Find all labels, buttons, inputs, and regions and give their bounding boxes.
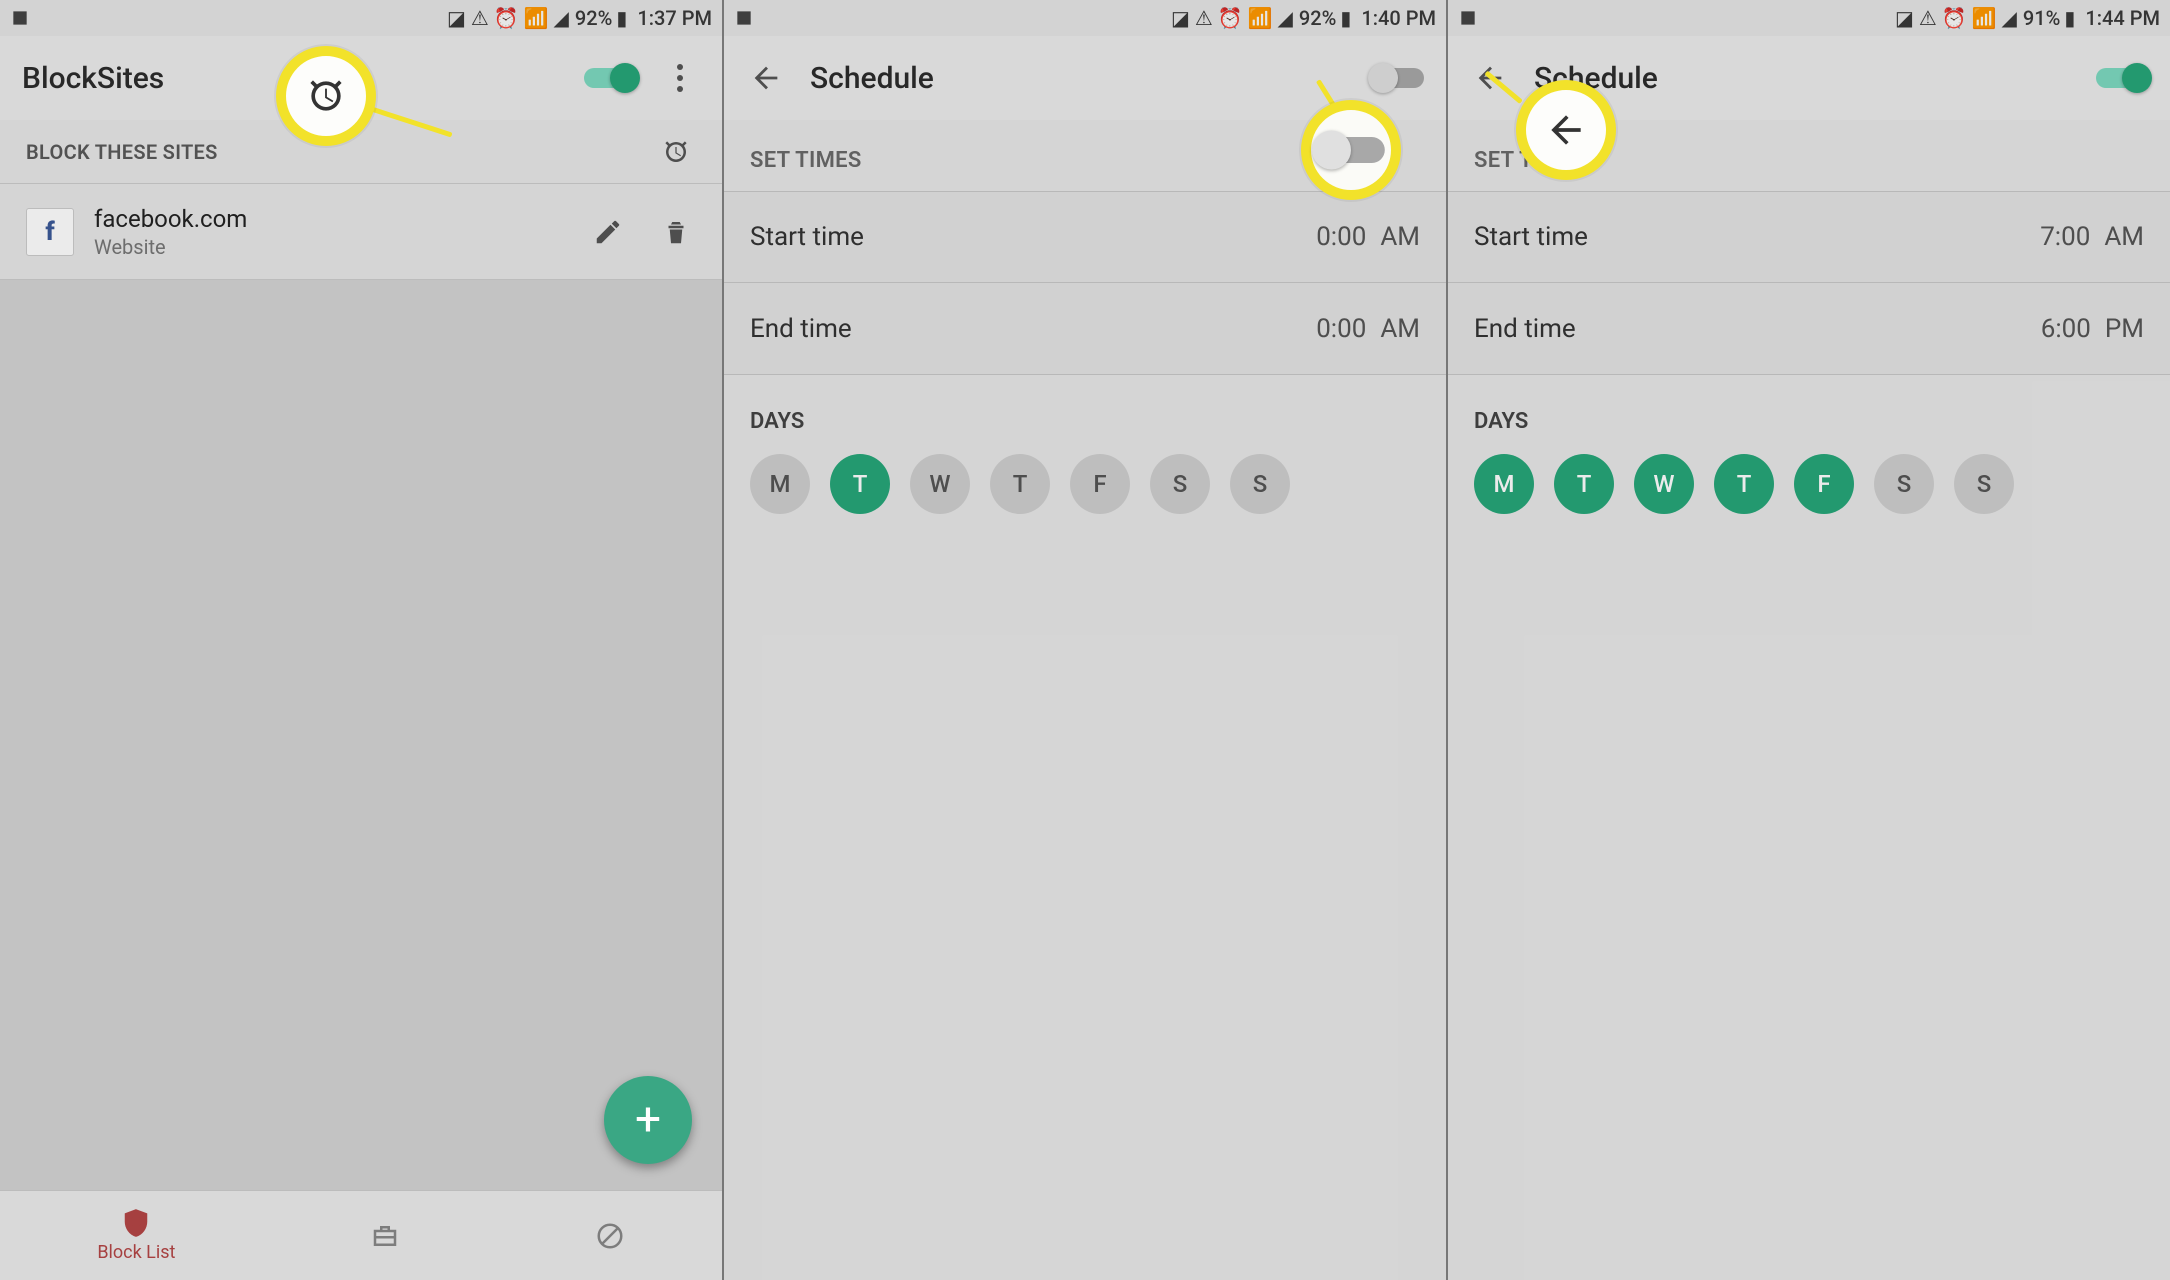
shield-icon bbox=[121, 1208, 151, 1238]
end-time-value: 6:00 bbox=[2041, 314, 2091, 344]
master-toggle[interactable] bbox=[584, 68, 636, 88]
more-icon bbox=[677, 64, 683, 92]
panel-schedule-on: ◪ ⚠ ⏰ 📶 ◢ 91% ▮ 1:44 PM Schedule SET TIM… bbox=[1448, 0, 2170, 1280]
day-chip[interactable]: W bbox=[1634, 454, 1694, 514]
nav-work[interactable] bbox=[370, 1221, 400, 1251]
image-icon bbox=[734, 8, 754, 28]
day-chip[interactable]: W bbox=[910, 454, 970, 514]
start-time-ampm: AM bbox=[2104, 222, 2144, 252]
status-time: 1:44 PM bbox=[2085, 6, 2160, 30]
panel-blocksites: ◪ ⚠ ⏰ 📶 ◢ 92% ▮ 1:37 PM BlockSites BLOCK… bbox=[0, 0, 724, 1280]
status-icons: ◪ ⚠ ⏰ 📶 ◢ bbox=[447, 6, 569, 30]
day-chip[interactable]: M bbox=[750, 454, 810, 514]
end-time-ampm: AM bbox=[1380, 314, 1420, 344]
start-time-row[interactable]: Start time 0:00 AM bbox=[724, 191, 1446, 283]
battery-icon: ▮ bbox=[2064, 6, 2075, 30]
start-time-label: Start time bbox=[1474, 222, 1588, 252]
end-time-label: End time bbox=[750, 314, 852, 344]
status-icons: ◪ ⚠ ⏰ 📶 ◢ bbox=[1171, 6, 1293, 30]
start-time-ampm: AM bbox=[1380, 222, 1420, 252]
back-arrow-icon bbox=[1544, 108, 1588, 152]
panel-schedule-off: ◪ ⚠ ⏰ 📶 ◢ 92% ▮ 1:40 PM Schedule SET TIM… bbox=[724, 0, 1448, 1280]
schedule-toggle[interactable] bbox=[1372, 68, 1424, 88]
more-button[interactable] bbox=[660, 58, 700, 98]
callout-toggle bbox=[1301, 100, 1401, 200]
block-icon bbox=[595, 1221, 625, 1251]
nav-block[interactable] bbox=[595, 1221, 625, 1251]
nav-label: Block List bbox=[97, 1242, 175, 1263]
day-chip[interactable]: S bbox=[1230, 454, 1290, 514]
status-bar: ◪ ⚠ ⏰ 📶 ◢ 91% ▮ 1:44 PM bbox=[1448, 0, 2170, 36]
battery-pct: 92% bbox=[1299, 6, 1336, 30]
image-icon bbox=[1458, 8, 1478, 28]
day-chip[interactable]: S bbox=[1874, 454, 1934, 514]
edit-button[interactable] bbox=[588, 212, 628, 252]
day-chip[interactable]: S bbox=[1150, 454, 1210, 514]
day-chip[interactable]: T bbox=[830, 454, 890, 514]
status-icons: ◪ ⚠ ⏰ 📶 ◢ bbox=[1895, 6, 2017, 30]
back-arrow-icon bbox=[749, 61, 783, 95]
image-icon bbox=[10, 8, 30, 28]
days-row: MTWTFSS bbox=[724, 450, 1446, 534]
facebook-icon: f bbox=[26, 208, 74, 256]
day-chip[interactable]: T bbox=[990, 454, 1050, 514]
start-time-value: 0:00 bbox=[1316, 222, 1366, 252]
callout-back bbox=[1516, 80, 1616, 180]
start-time-row[interactable]: Start time 7:00 AM bbox=[1448, 191, 2170, 283]
battery-pct: 92% bbox=[575, 6, 612, 30]
battery-icon: ▮ bbox=[616, 6, 627, 30]
status-time: 1:37 PM bbox=[637, 6, 712, 30]
day-chip[interactable]: T bbox=[1714, 454, 1774, 514]
section-label: BLOCK THESE SITES bbox=[26, 140, 218, 164]
day-chip[interactable]: F bbox=[1794, 454, 1854, 514]
pencil-icon bbox=[593, 217, 623, 247]
day-chip[interactable]: T bbox=[1554, 454, 1614, 514]
status-time: 1:40 PM bbox=[1361, 6, 1436, 30]
battery-pct: 91% bbox=[2023, 6, 2060, 30]
schedule-button[interactable] bbox=[656, 132, 696, 172]
day-chip[interactable]: S bbox=[1954, 454, 2014, 514]
end-time-row[interactable]: End time 0:00 AM bbox=[724, 283, 1446, 375]
app-title: Schedule bbox=[810, 61, 1348, 96]
back-button[interactable] bbox=[746, 58, 786, 98]
add-fab[interactable]: + bbox=[604, 1076, 692, 1164]
status-bar: ◪ ⚠ ⏰ 📶 ◢ 92% ▮ 1:40 PM bbox=[724, 0, 1446, 36]
site-subtitle: Website bbox=[94, 235, 568, 259]
day-chip[interactable]: F bbox=[1070, 454, 1130, 514]
end-time-value: 0:00 bbox=[1316, 314, 1366, 344]
site-item[interactable]: f facebook.com Website bbox=[0, 184, 722, 280]
nav-block-list[interactable]: Block List bbox=[97, 1208, 175, 1263]
alarm-icon bbox=[304, 74, 348, 118]
callout-alarm bbox=[276, 46, 376, 146]
battery-icon: ▮ bbox=[1340, 6, 1351, 30]
site-name: facebook.com bbox=[94, 205, 568, 233]
trash-icon bbox=[661, 217, 691, 247]
day-chip[interactable]: M bbox=[1474, 454, 1534, 514]
end-time-label: End time bbox=[1474, 314, 1576, 344]
app-title: Schedule bbox=[1534, 61, 2072, 96]
days-row: MTWTFSS bbox=[1448, 450, 2170, 534]
briefcase-icon bbox=[370, 1221, 400, 1251]
days-header: DAYS bbox=[724, 375, 1446, 450]
start-time-value: 7:00 bbox=[2040, 222, 2090, 252]
end-time-row[interactable]: End time 6:00 PM bbox=[1448, 283, 2170, 375]
delete-button[interactable] bbox=[656, 212, 696, 252]
end-time-ampm: PM bbox=[2105, 314, 2144, 344]
start-time-label: Start time bbox=[750, 222, 864, 252]
schedule-toggle[interactable] bbox=[2096, 68, 2148, 88]
days-header: DAYS bbox=[1448, 375, 2170, 450]
status-bar: ◪ ⚠ ⏰ 📶 ◢ 92% ▮ 1:37 PM bbox=[0, 0, 722, 36]
bottom-nav: Block List bbox=[0, 1190, 722, 1280]
alarm-icon bbox=[661, 137, 691, 167]
